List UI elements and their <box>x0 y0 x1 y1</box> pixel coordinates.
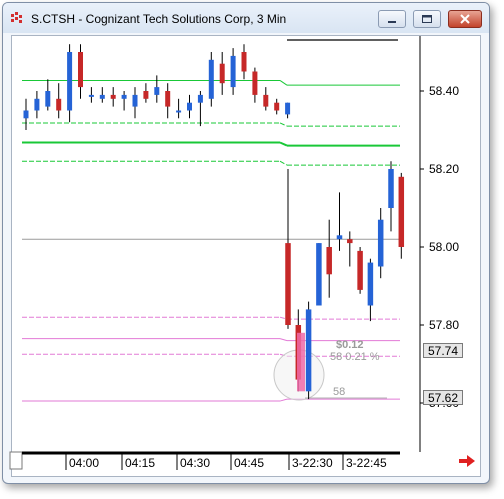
session2-candle <box>388 169 394 208</box>
session1-candle <box>110 94 116 99</box>
time-axis-label: 3-22:30 <box>292 456 333 470</box>
pink-mid-line-join <box>279 338 288 342</box>
session1-candle <box>23 110 29 119</box>
time-axis-label: 04:15 <box>125 456 155 470</box>
current-price-tag: 57.74 <box>423 343 463 358</box>
session1-candle <box>176 110 182 113</box>
time-axis-handle <box>9 451 23 470</box>
session1-candle <box>154 87 160 95</box>
green-mid-line-join <box>279 141 288 147</box>
time-axis-label: 04:45 <box>234 456 264 470</box>
time-axis-label: 3-22:45 <box>346 456 387 470</box>
level-label: 58 <box>333 386 345 398</box>
session2-candle <box>336 235 343 240</box>
session1-candle <box>67 52 73 111</box>
change-label: $0.12 <box>336 339 364 351</box>
time-axis-label: 04:30 <box>180 456 210 470</box>
secondary-price-tag: 57.62 <box>423 390 463 405</box>
pink-lower-line-join <box>279 398 288 402</box>
session1-candle <box>263 94 269 107</box>
session1-candle <box>230 55 236 88</box>
session1-candle <box>132 94 138 107</box>
session1-candle <box>274 102 280 111</box>
session2-candle <box>326 247 332 275</box>
green-dashed-upper-line-join <box>279 122 288 127</box>
price-axis-label: 58.20 <box>429 162 459 176</box>
session2-candle <box>367 262 374 306</box>
session1-candle <box>78 52 83 88</box>
session2-candle <box>377 219 384 267</box>
session2-candle <box>316 243 322 306</box>
session1-candle <box>165 91 171 107</box>
session2-candle <box>398 176 405 247</box>
session1-candle <box>208 59 214 99</box>
green-dashed-lower-line-join <box>279 160 288 166</box>
session1-candle <box>285 102 291 115</box>
price-axis-label: 58.00 <box>429 240 459 254</box>
session1-candle <box>219 63 225 84</box>
session2-candle <box>305 309 312 392</box>
percent-change-label: 58 0.21 % <box>330 351 380 363</box>
session1-candle <box>56 98 62 111</box>
session1-candle <box>197 94 203 103</box>
green-upper-line-join <box>279 80 288 86</box>
price-chart[interactable]: $0.1258 0.21 % 58 58.40 58.20 58.00 57.80 57.… <box>0 0 504 499</box>
scroll-right-arrow-icon[interactable] <box>458 454 476 468</box>
price-axis-label: 58.40 <box>429 84 459 98</box>
session1-candle <box>34 98 40 111</box>
session1-candle <box>99 94 105 99</box>
session1-candle <box>143 91 149 99</box>
session2-candle <box>357 250 363 290</box>
session1-candle <box>252 71 258 95</box>
time-axis-label: 04:00 <box>69 456 99 470</box>
session1-candle <box>241 52 247 72</box>
session2-candle <box>347 239 353 244</box>
session1-candle <box>187 102 192 111</box>
session1-candle <box>88 94 94 97</box>
session2-candle <box>285 243 291 325</box>
session1-candle <box>121 94 127 99</box>
price-axis-label: 57.80 <box>429 318 459 332</box>
session1-candle <box>45 91 51 107</box>
magnified-candle <box>297 332 305 392</box>
